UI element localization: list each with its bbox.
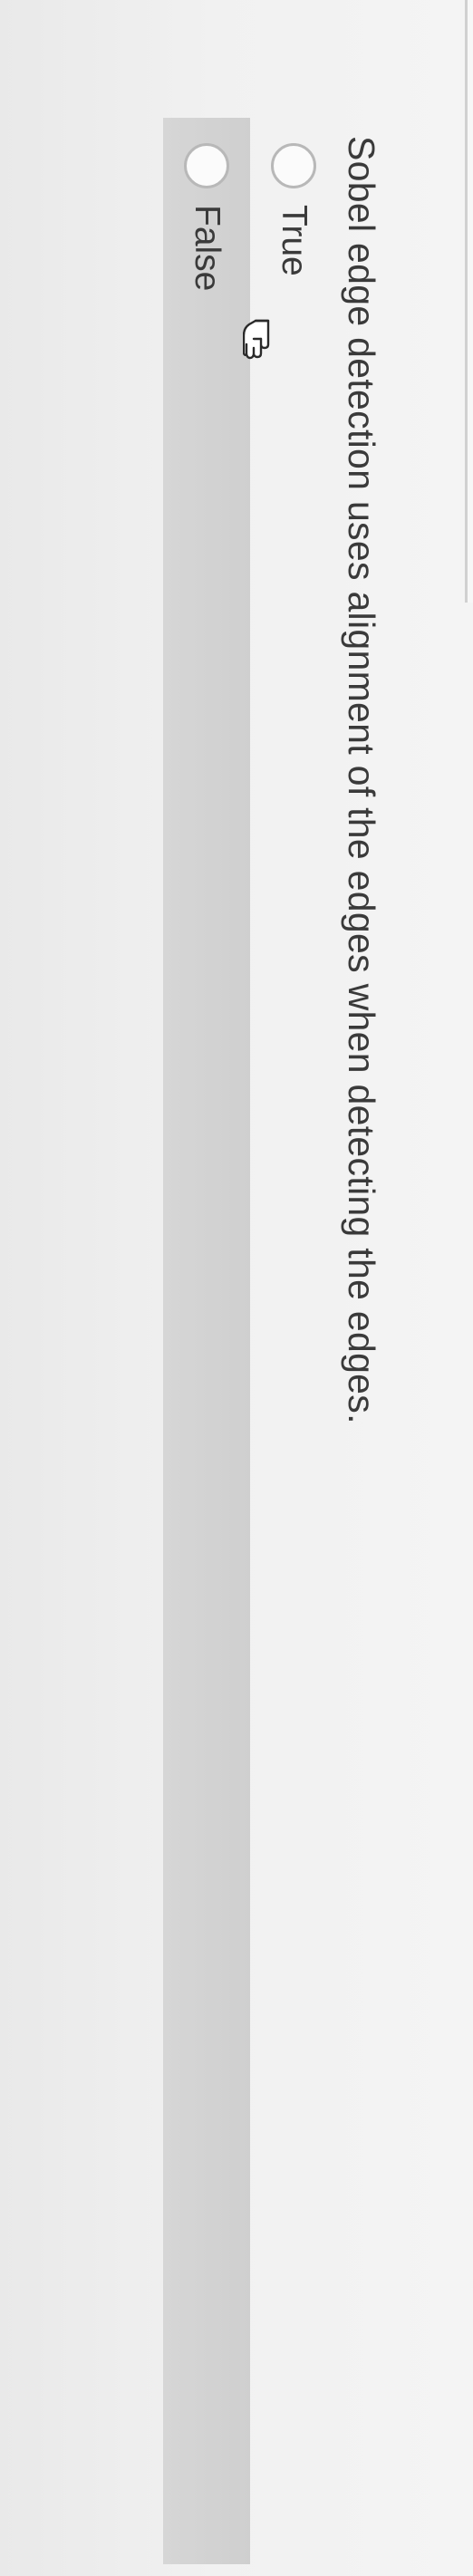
answer-option-false[interactable]: False bbox=[163, 118, 250, 2564]
radio-button-true[interactable] bbox=[271, 143, 316, 188]
answer-label-false: False bbox=[188, 205, 227, 292]
answer-options: True False bbox=[163, 118, 337, 2564]
radio-button-false[interactable] bbox=[184, 143, 229, 188]
question-text: Sobel edge detection uses alignment of t… bbox=[341, 136, 382, 1424]
answer-option-true[interactable]: True bbox=[250, 136, 337, 2555]
top-divider bbox=[465, 0, 473, 603]
answer-label-true: True bbox=[275, 205, 314, 276]
quiz-question-card: Sobel edge detection uses alignment of t… bbox=[0, 0, 473, 2576]
pointer-hand-icon bbox=[243, 319, 270, 360]
